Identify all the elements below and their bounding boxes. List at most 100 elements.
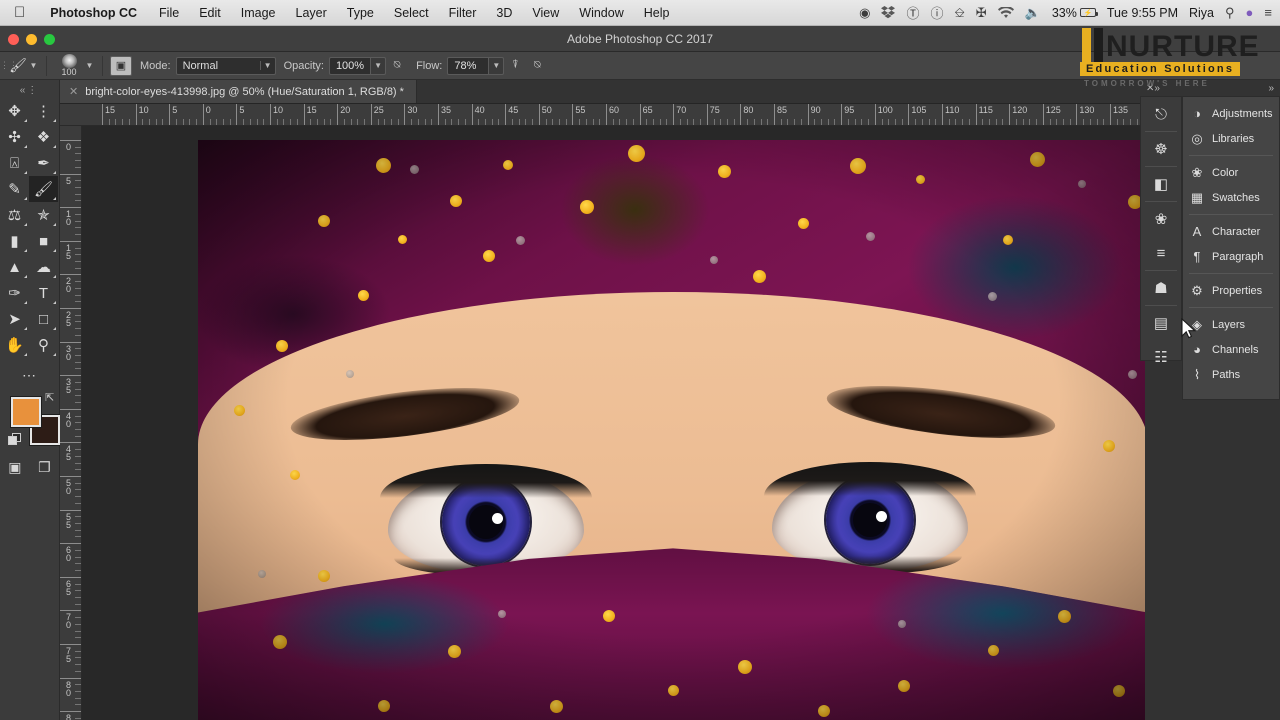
opacity-control[interactable]: 100% ▼ (329, 57, 386, 75)
siri-icon[interactable]: ● (1246, 5, 1254, 20)
zoom-tool[interactable]: ⚲ (29, 332, 58, 358)
panel-menu-item-color[interactable]: ❀Color (1183, 160, 1279, 185)
flow-control[interactable]: 78% ▼ (447, 57, 504, 75)
tablet-pressure-icon[interactable]: ▣ (110, 56, 132, 76)
zoom-window-button[interactable] (44, 34, 55, 45)
close-window-button[interactable] (8, 34, 19, 45)
expand-panels-right-icon[interactable]: » (1268, 83, 1274, 94)
blend-mode-select[interactable]: Normal ▼ (176, 57, 276, 75)
dropbox-icon[interactable] (881, 6, 895, 19)
panel-menu-item-adjustments[interactable]: ◑Adjustments (1183, 101, 1279, 126)
smoothing-icon[interactable]: ⍉ (526, 56, 548, 76)
menu-select[interactable]: Select (384, 6, 439, 20)
quick-mask-icon[interactable]: ▣ (8, 459, 21, 476)
quick-selection-tool[interactable]: ❖ (29, 124, 58, 150)
flow-value[interactable]: 78% (447, 57, 489, 75)
notification-center-icon[interactable]: ≡ (1264, 5, 1272, 20)
panel-menu-item-paths[interactable]: ⌇Paths (1183, 362, 1279, 387)
crop-tool[interactable]: ⍓ (0, 150, 29, 176)
volume-icon[interactable]: 🔈 (1025, 5, 1041, 21)
canvas-area[interactable] (82, 126, 1145, 720)
healing-brush-tool[interactable]: ✎ (0, 176, 29, 202)
ruler-label: 25 (374, 105, 384, 115)
marquee-tool[interactable]: ⋮ (29, 98, 58, 124)
active-app-name[interactable]: Photoshop CC (38, 6, 149, 20)
move-tool[interactable]: ✥ (0, 98, 29, 124)
blur-tool[interactable]: ▲ (0, 254, 29, 280)
airbrush-icon[interactable]: ⍒ (504, 56, 526, 76)
menu-layer[interactable]: Layer (286, 6, 337, 20)
clone-source-panel-icon[interactable]: ☗ (1141, 271, 1181, 305)
horizontal-ruler[interactable]: 1510505101520253035404550556065707580859… (60, 104, 1145, 126)
vertical-ruler[interactable]: 051015202530354045505560657075808590 (60, 126, 82, 720)
path-selection-tool[interactable]: ➤ (0, 306, 29, 332)
battery-indicator[interactable]: 33% ⚡ (1052, 6, 1096, 20)
user-name[interactable]: Riya (1189, 6, 1214, 20)
panel-menu-item-layers[interactable]: ◈Layers (1183, 312, 1279, 337)
record-icon[interactable]: ◉ (859, 5, 870, 21)
brush-settings-chevron-down-icon[interactable]: ▼ (84, 61, 95, 70)
menu-3d[interactable]: 3D (486, 6, 522, 20)
hand-tool[interactable]: ✋ (0, 332, 29, 358)
history-brush-tool[interactable]: ✯ (29, 202, 58, 228)
brush-icon[interactable]: 🖌 (8, 56, 28, 76)
clock[interactable]: Tue 9:55 PM (1107, 6, 1178, 20)
apple-icon[interactable]:  (0, 5, 38, 20)
shape-tool[interactable]: □ (29, 306, 58, 332)
document-tab[interactable]: ✕ bright-color-eyes-413998.jpg @ 50% (Hu… (60, 80, 417, 103)
dodge-tool[interactable]: ☁ (29, 254, 58, 280)
wifi-icon[interactable] (998, 7, 1014, 19)
brush-size-preview[interactable]: 100 (54, 53, 84, 79)
panel-menu-item-libraries[interactable]: ◎Libraries (1183, 126, 1279, 151)
tune-panel-icon[interactable]: ☸ (1141, 132, 1181, 166)
panel-menu-item-properties[interactable]: ⚙Properties (1183, 278, 1279, 303)
panel-menu-item-character[interactable]: ACharacter (1183, 219, 1279, 244)
close-icon[interactable]: ✕ (1146, 83, 1154, 94)
options-bar-grip[interactable]: ⋮⋮ (0, 60, 8, 71)
eyedropper-tool[interactable]: ✒ (29, 150, 58, 176)
screen-mode-icon[interactable]: ❐ (38, 459, 51, 476)
lasso-tool[interactable]: ✣ (0, 124, 29, 150)
menu-type[interactable]: Type (337, 6, 384, 20)
document-canvas[interactable] (198, 140, 1145, 720)
eraser-tool[interactable]: ▮ (0, 228, 29, 254)
pressure-opacity-icon[interactable]: ⍉ (386, 56, 408, 76)
menu-help[interactable]: Help (634, 6, 680, 20)
pen-tool[interactable]: ✑ (0, 280, 29, 306)
backup-icon[interactable]: ⎒ (955, 5, 965, 21)
collapse-chevrons-icon[interactable]: «⋮ (0, 84, 59, 98)
adjustments-panel-icon[interactable]: ◧ (1141, 167, 1181, 201)
menu-view[interactable]: View (522, 6, 569, 20)
layer-comps-panel-icon[interactable]: ▤ (1141, 306, 1181, 340)
flow-chevron-down-icon[interactable]: ▼ (489, 57, 504, 75)
swap-colors-icon[interactable]: ⇱ (45, 391, 54, 404)
more-tools-icon[interactable]: ⋯ (0, 367, 59, 387)
menu-edit[interactable]: Edit (189, 6, 231, 20)
minimize-window-button[interactable] (26, 34, 37, 45)
menu-file[interactable]: File (149, 6, 189, 20)
brush-settings-panel-icon[interactable]: ≡ (1141, 236, 1181, 270)
brush-tool[interactable]: 🖌 (29, 176, 58, 202)
opacity-value[interactable]: 100% (329, 57, 371, 75)
panel-menu-item-swatches[interactable]: ▦Swatches (1183, 185, 1279, 210)
creative-cloud-icon[interactable]: Ⓣ (906, 3, 919, 22)
opacity-chevron-down-icon[interactable]: ▼ (371, 57, 386, 75)
menu-filter[interactable]: Filter (439, 6, 487, 20)
clone-stamp-tool[interactable]: ⚖ (0, 202, 29, 228)
gradient-tool[interactable]: ■ (29, 228, 58, 254)
expand-panels-icon[interactable]: » (1154, 83, 1160, 94)
brush-presets-panel-icon[interactable]: ❀ (1141, 202, 1181, 236)
search-icon[interactable]: ⚲ (1225, 5, 1235, 21)
panel-menu-item-channels[interactable]: ◕Channels (1183, 337, 1279, 362)
foreground-color-swatch[interactable] (11, 397, 41, 427)
brush-preset-chevron-down-icon[interactable]: ▼ (28, 61, 39, 70)
menu-image[interactable]: Image (231, 6, 286, 20)
menu-window[interactable]: Window (569, 6, 633, 20)
panel-menu-item-paragraph[interactable]: ¶Paragraph (1183, 244, 1279, 269)
history-panel-icon[interactable]: ⎋ (1141, 97, 1181, 131)
close-icon[interactable]: ✕ (69, 85, 78, 98)
notes-panel-icon[interactable]: ☷ (1141, 340, 1181, 374)
utorrent-icon[interactable]: ⓘ (931, 3, 944, 22)
type-tool[interactable]: T (29, 280, 58, 306)
shortcut-icon[interactable]: ✠ (976, 5, 987, 21)
